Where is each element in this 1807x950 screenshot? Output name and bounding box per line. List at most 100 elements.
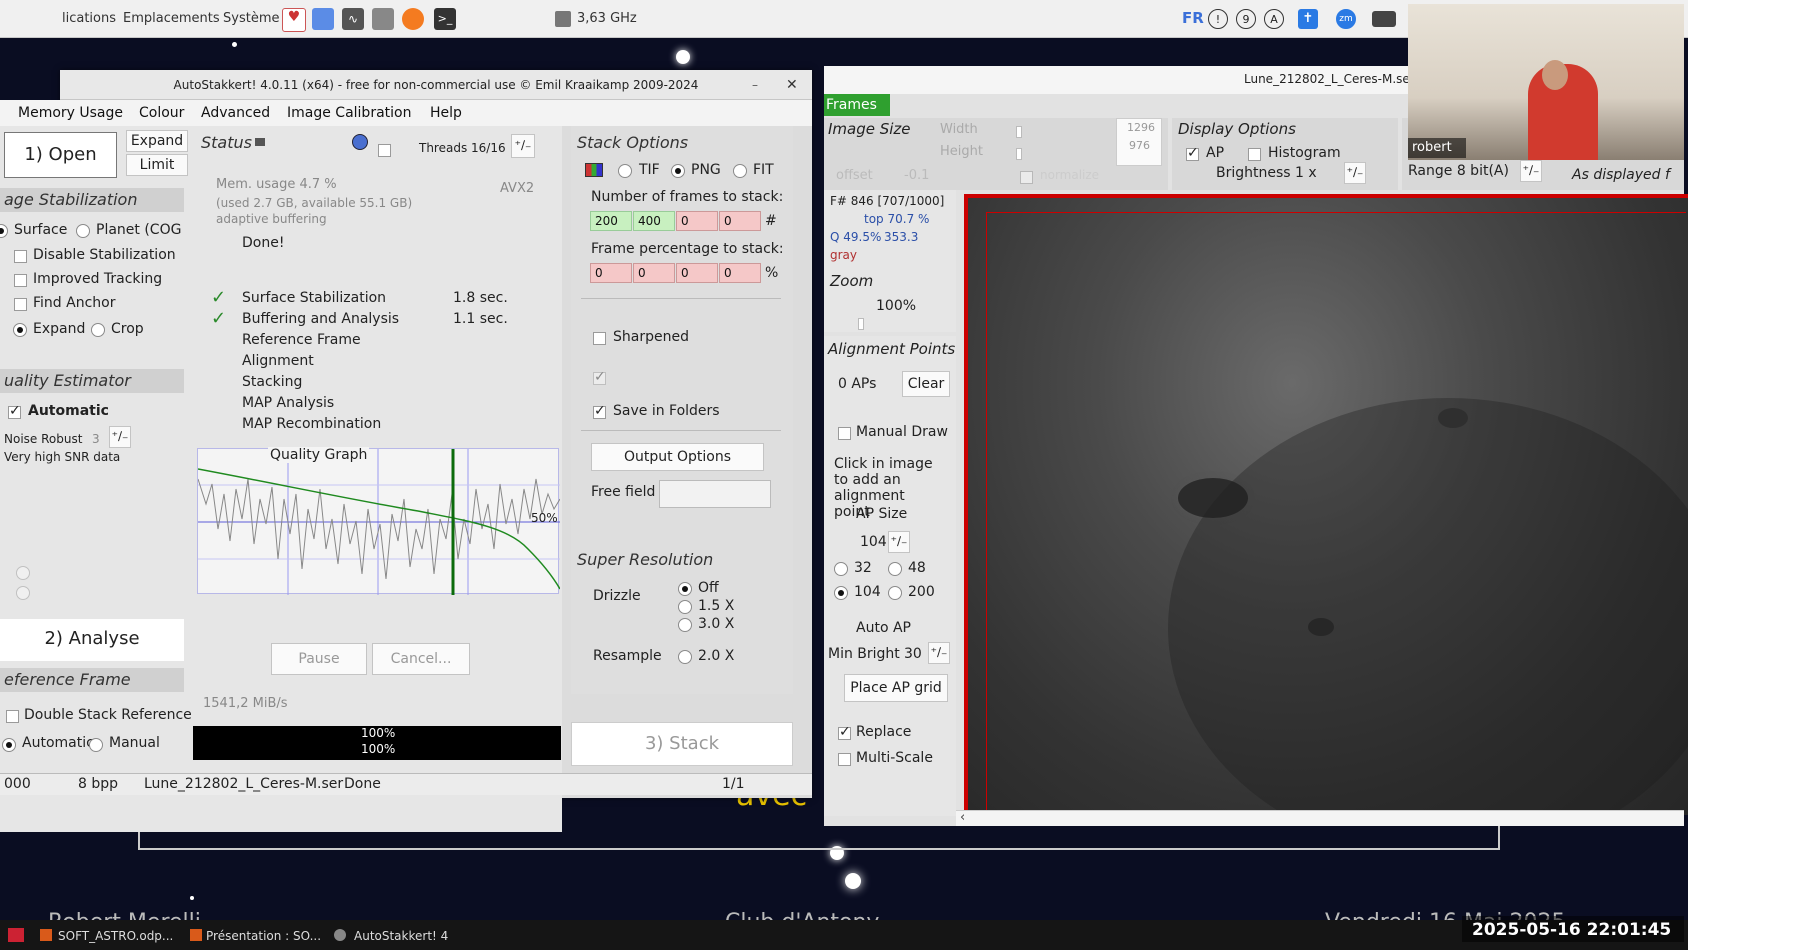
show-desktop-icon[interactable] [8, 928, 24, 942]
pct-input-2[interactable]: 0 [633, 263, 675, 283]
divider [581, 430, 781, 431]
cancel-button[interactable]: Cancel... [372, 643, 470, 675]
expand-button[interactable]: Expand [126, 130, 188, 152]
reference-automatic-radio[interactable] [2, 738, 16, 752]
heart-app-icon[interactable]: ♥ [282, 8, 306, 32]
taskbar-item-soft-astro[interactable]: SOFT_ASTRO.odp... [58, 929, 173, 943]
ap-32-radio[interactable] [834, 562, 848, 576]
tif-radio[interactable] [618, 164, 632, 178]
frames-input-1[interactable]: 200 [590, 211, 632, 231]
firefox-icon[interactable] [402, 8, 424, 30]
noise-adjust-icon[interactable]: ⁺∕₋ [109, 426, 131, 448]
frames-input-2[interactable]: 400 [633, 211, 675, 231]
moon-image[interactable] [964, 194, 1688, 815]
manual-draw-checkbox[interactable] [838, 427, 851, 440]
ap-size-adjust-icon[interactable]: ⁺∕₋ [888, 531, 910, 553]
taskbar-item-autostakkert[interactable]: AutoStakkert! 4 [354, 929, 448, 943]
statusbar-status: Done [344, 776, 381, 792]
image-hscrollbar[interactable]: ‹ [956, 810, 1684, 826]
menu-emplacements[interactable]: Emplacements [123, 11, 220, 26]
pause-button[interactable]: Pause [271, 643, 367, 675]
badge-9-icon[interactable]: 9 [1236, 9, 1256, 29]
surface-radio[interactable] [0, 224, 8, 238]
screenshot-icon[interactable] [312, 8, 334, 30]
zoom-icon[interactable]: zm [1336, 9, 1356, 29]
free-field-input[interactable] [659, 480, 771, 508]
scroll-left-icon[interactable]: ‹ [960, 810, 965, 825]
close-icon[interactable]: ✕ [786, 70, 798, 100]
terminal-icon[interactable]: >_ [434, 8, 456, 30]
output-options-button[interactable]: Output Options [591, 443, 764, 471]
ap-200-radio[interactable] [888, 586, 902, 600]
taskbar-item-presentation[interactable]: Présentation : SO... [206, 929, 321, 943]
pct-input-1[interactable]: 0 [590, 263, 632, 283]
menu-colour[interactable]: Colour [139, 105, 184, 121]
normalize-checkbox[interactable] [1020, 171, 1033, 184]
quality-graph[interactable]: Quality Graph 50% [197, 447, 560, 595]
resample-20-radio[interactable] [678, 650, 692, 664]
improved-tracking-checkbox[interactable] [14, 274, 27, 287]
sharpened-checkbox[interactable] [593, 332, 606, 345]
double-stack-checkbox[interactable] [6, 710, 19, 723]
nvidia-icon[interactable] [1372, 11, 1396, 27]
reference-manual-radio[interactable] [89, 738, 103, 752]
accessibility-icon[interactable]: ✝ [1298, 9, 1318, 29]
minimize-icon[interactable]: – [752, 70, 758, 100]
place-ap-grid-button[interactable]: Place AP grid [844, 674, 948, 702]
status-checkbox[interactable] [378, 144, 391, 157]
clock[interactable]: 2025-05-16 22:01:45 [1472, 920, 1671, 940]
menu-help[interactable]: Help [430, 105, 462, 121]
automatic-checkbox[interactable] [8, 403, 21, 419]
histogram-checkbox[interactable] [1248, 148, 1261, 161]
brightness-adjust-icon[interactable]: ⁺∕₋ [1344, 162, 1366, 184]
planet-radio[interactable] [76, 224, 90, 238]
threads-adjust-icon[interactable]: ⁺∕₋ [511, 134, 535, 158]
expand-radio[interactable] [13, 323, 27, 337]
files-icon[interactable] [372, 8, 394, 30]
analyse-button[interactable]: 2) Analyse [0, 619, 184, 661]
ap-checkbox[interactable] [1186, 145, 1199, 161]
drizzle-30-radio[interactable] [678, 618, 692, 632]
keyboard-layout[interactable]: FR [1182, 9, 1204, 27]
zoom-slider[interactable] [858, 318, 864, 330]
menu-memory-usage[interactable]: Memory Usage [18, 105, 123, 121]
ap-48-radio[interactable] [888, 562, 902, 576]
menu-applications[interactable]: lications [62, 11, 116, 26]
open-button[interactable]: 1) Open [4, 132, 117, 178]
color-icon[interactable] [585, 163, 603, 177]
frames-input-3[interactable]: 0 [676, 211, 718, 231]
clear-button[interactable]: Clear [902, 371, 950, 397]
disabled-radio-2 [16, 586, 30, 600]
drizzle-15-radio[interactable] [678, 600, 692, 614]
limit-button[interactable]: Limit [126, 154, 188, 176]
min-bright-adjust-icon[interactable]: ⁺∕₋ [928, 642, 950, 664]
height-slider[interactable] [1016, 148, 1022, 160]
drizzle-off-radio[interactable] [678, 582, 692, 596]
menu-image-calibration[interactable]: Image Calibration [287, 105, 411, 121]
impress-icon [40, 929, 52, 941]
globe-icon[interactable] [352, 134, 368, 150]
ap-104-radio[interactable] [834, 586, 848, 600]
png-radio[interactable] [671, 164, 685, 178]
replace-checkbox[interactable] [838, 724, 851, 740]
monitor-icon[interactable]: ∿ [342, 8, 364, 30]
crop-radio[interactable] [91, 323, 105, 337]
step-name: Buffering and Analysis [242, 311, 400, 327]
disable-stabilization-checkbox[interactable] [14, 250, 27, 263]
a-icon[interactable]: A [1264, 9, 1284, 29]
stack-button[interactable]: 3) Stack [571, 722, 793, 766]
pct-input-3[interactable]: 0 [676, 263, 718, 283]
ap-104-label: 104 [854, 584, 881, 600]
frames-tab[interactable]: Frames [824, 94, 890, 116]
width-slider[interactable] [1016, 126, 1022, 138]
multi-scale-checkbox[interactable] [838, 753, 851, 766]
menu-advanced[interactable]: Advanced [201, 105, 270, 121]
update-icon[interactable]: ! [1208, 9, 1228, 29]
frames-input-4[interactable]: 0 [719, 211, 761, 231]
pct-input-4[interactable]: 0 [719, 263, 761, 283]
menu-systeme[interactable]: Système [223, 11, 279, 26]
find-anchor-checkbox[interactable] [14, 298, 27, 311]
range-adjust-icon[interactable]: ⁺∕₋ [1520, 160, 1542, 182]
save-folders-checkbox[interactable] [593, 403, 606, 419]
fit-radio[interactable] [733, 164, 747, 178]
